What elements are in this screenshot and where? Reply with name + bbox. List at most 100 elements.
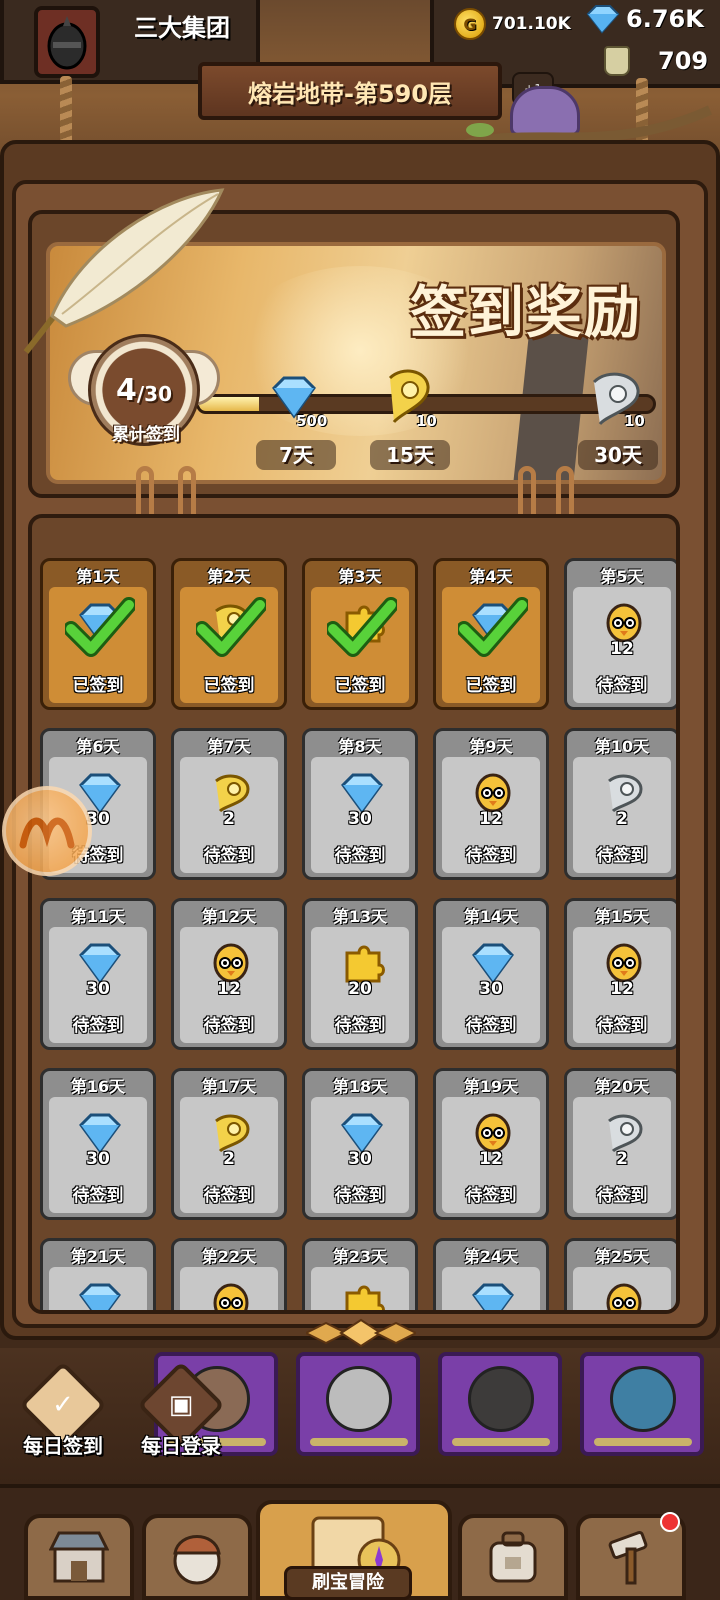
signin-status: 待签到 [203,1016,255,1036]
silver-scroll-icon [601,773,647,813]
reward-qty: 2 [223,809,235,829]
hero-portrait [610,1366,676,1432]
day-label: 第23天 [332,1247,388,1266]
nav-inventory-button[interactable] [458,1514,568,1600]
day-card-body: 12 待签到 [442,1097,540,1213]
gem-icon [470,943,516,984]
signin-status: 待签到 [465,846,517,866]
day-label: 第14天 [463,907,519,926]
day-reward-card[interactable]: 第11天 30 待签到 [40,898,156,1050]
day-label: 第15天 [594,907,650,926]
day-reward-card[interactable]: 第21天 待签到 [40,1238,156,1310]
day-reward-card[interactable]: 第8天 30 待签到 [302,728,418,880]
day-reward-card[interactable]: 第20天 2 待签到 [564,1068,676,1220]
day-reward-card[interactable]: 第16天 30 待签到 [40,1068,156,1220]
gem-icon [339,1113,385,1154]
jar-counter[interactable]: 709 [604,46,708,76]
day-reward-card[interactable]: 第2天 已签到 [171,558,287,710]
day-label: 第2天 [207,567,251,586]
puzzle-icon [339,943,385,983]
gift-box-icon: ▣ [168,1390,194,1420]
signin-status: 待签到 [334,1016,386,1036]
silver-scroll-icon [601,1113,647,1153]
day-reward-card[interactable]: 第24天 待签到 [433,1238,549,1310]
milestone-qty: 10 [416,412,437,430]
signin-status: 待签到 [596,1186,648,1206]
reward-qty: 2 [616,809,628,829]
shop-icon [49,1531,109,1583]
day-reward-card[interactable]: 第9天 12 待签到 [433,728,549,880]
hero-card[interactable] [438,1352,562,1456]
reward-qty: 30 [86,979,110,999]
gem-icon [77,943,123,984]
milestone-day: 15天 [370,440,450,470]
daily-reward-grid: 第1天 已签到 第2天 已签到 第3天 已签到 第4天 已签到 第5天 12 待… [40,558,676,1310]
nav-shop-button[interactable] [24,1514,134,1600]
day-label: 第25天 [594,1247,650,1266]
hero-chick-icon [601,943,647,983]
hero-level-bar [594,1438,692,1446]
day-reward-card[interactable]: 第1天 已签到 [40,558,156,710]
milestone-qty: 500 [296,412,328,430]
signin-status: 已签到 [72,676,124,696]
reward-qty: 20 [348,979,372,999]
signin-status: 待签到 [596,1016,648,1036]
day-reward-card[interactable]: 第13天 20 待签到 [302,898,418,1050]
daily-login-label: 每日登录 [141,1434,221,1458]
day-label: 第17天 [201,1077,257,1096]
day-reward-card[interactable]: 第4天 已签到 [433,558,549,710]
signin-status: 待签到 [334,846,386,866]
day-reward-card[interactable]: 第19天 12 待签到 [433,1068,549,1220]
gem-counter[interactable]: 6.76K [584,4,704,34]
day-reward-card[interactable]: 第3天 已签到 [302,558,418,710]
day-reward-card[interactable]: 第25天 待签到 [564,1238,676,1310]
nav-heroes-button[interactable] [142,1514,252,1600]
day-card-body: 已签到 [49,587,147,703]
jar-icon [604,46,630,76]
gem-amount: 6.76K [626,5,704,33]
day-reward-card[interactable]: 第7天 2 待签到 [171,728,287,880]
day-reward-card[interactable]: 第17天 2 待签到 [171,1068,287,1220]
day-card-body: 已签到 [180,587,278,703]
day-reward-card[interactable]: 第18天 30 待签到 [302,1068,418,1220]
day-label: 第1天 [76,567,120,586]
day-label: 第21天 [70,1247,126,1266]
gem-icon [77,1283,123,1310]
hero-card[interactable] [296,1352,420,1456]
floating-assistant-button[interactable] [2,786,92,876]
day-reward-card[interactable]: 第15天 12 待签到 [564,898,676,1050]
reward-qty: 30 [479,979,503,999]
day-reward-card[interactable]: 第5天 12 待签到 [564,558,676,710]
reward-qty: 12 [217,979,241,999]
signin-status: 待签到 [72,1016,124,1036]
signin-status: 已签到 [465,676,517,696]
day-reward-card[interactable]: 第22天 待签到 [171,1238,287,1310]
signin-status: 已签到 [334,676,386,696]
guild-avatar[interactable] [34,6,100,78]
day-label: 第16天 [70,1077,126,1096]
day-card-body: 已签到 [311,587,409,703]
hero-card[interactable] [580,1352,704,1456]
reward-qty: 30 [86,1149,110,1169]
gold-counter[interactable]: G 701.10K [454,8,571,40]
day-label: 第19天 [463,1077,519,1096]
knight-helmet-icon [47,16,87,70]
day-card-body: 2 待签到 [573,1097,671,1213]
day-reward-card[interactable]: 第23天 待签到 [302,1238,418,1310]
hero-portrait [468,1366,534,1432]
day-card-body: 30 待签到 [49,927,147,1043]
day-card-body: 30 待签到 [442,927,540,1043]
hero-chick-icon [601,1283,647,1310]
day-label: 第9天 [469,737,513,756]
guild-name: 三大集团 [134,14,230,42]
day-card-body: 12 待签到 [573,587,671,703]
reward-qty: 2 [616,1149,628,1169]
day-reward-card[interactable]: 第10天 2 待签到 [564,728,676,880]
day-reward-card[interactable]: 第14天 30 待签到 [433,898,549,1050]
hero-chick-icon [208,1283,254,1310]
day-reward-card[interactable]: 第12天 12 待签到 [171,898,287,1050]
day-card-body: 2 待签到 [180,1097,278,1213]
puzzle-icon [339,1283,385,1310]
day-label: 第11天 [70,907,126,926]
daily-reward-grid-panel[interactable]: 第1天 已签到 第2天 已签到 第3天 已签到 第4天 已签到 第5天 12 待… [28,514,680,1314]
